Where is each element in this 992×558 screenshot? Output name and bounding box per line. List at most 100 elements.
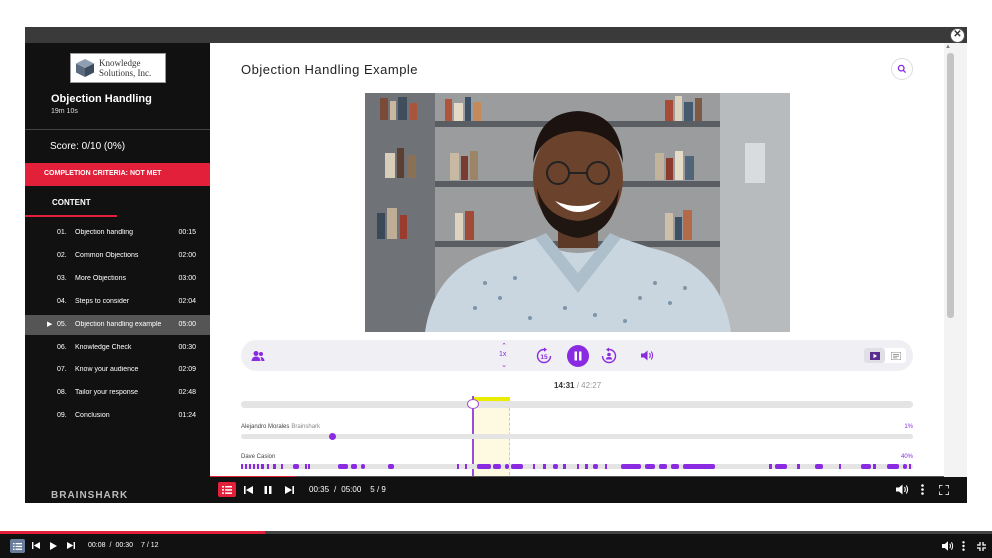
volume-icon: [640, 350, 653, 361]
toc-item[interactable]: 08. Tailor your response 02:48: [25, 383, 210, 403]
play-icon: [50, 542, 57, 550]
outer-duration: 00:30: [115, 542, 134, 549]
frame-top-bar: [25, 27, 967, 43]
outer-volume-button[interactable]: [942, 541, 954, 551]
pause-button[interactable]: [566, 340, 589, 371]
scrollbar-thumb[interactable]: [947, 53, 954, 318]
viewer-name-text: Alejandro Morales: [241, 424, 290, 430]
toc-item-title: Conclusion: [75, 412, 110, 420]
toc-item-time: 02:00: [178, 251, 196, 259]
toc-item[interactable]: 01. Objection handling 00:15: [25, 223, 210, 243]
outer-play-button[interactable]: [50, 542, 57, 550]
next-button[interactable]: [285, 486, 294, 494]
current-time: 14:31: [554, 381, 575, 390]
toc-item-title: Common Objections: [75, 251, 139, 259]
viewer-percent: 40%: [900, 454, 913, 460]
fullscreen-button[interactable]: [939, 485, 949, 495]
logo-line-1: Knowledge: [99, 58, 141, 68]
outer-current-time: 00:08: [88, 542, 106, 549]
toc-item[interactable]: 02. Common Objections 02:00: [25, 246, 210, 266]
toc-item[interactable]: ▶ 05. Objection handling example 05:00: [25, 314, 210, 335]
toc-item[interactable]: 04. Steps to consider 02:04: [25, 292, 210, 312]
close-button[interactable]: ✕: [950, 28, 965, 43]
toc-item-time: 02:48: [178, 389, 196, 397]
toc-item-number: 07.: [57, 366, 67, 374]
viewer-track: [241, 433, 913, 440]
toc-item-time: 01:24: [178, 412, 196, 420]
toc-item[interactable]: 09. Conclusion 01:24: [25, 406, 210, 426]
time-separator: /: [109, 542, 112, 549]
logo-line-2: Solutions, Inc.: [99, 68, 152, 78]
participants-button[interactable]: [249, 340, 267, 371]
toc-item-number: 09.: [57, 412, 67, 420]
transcript-view-button[interactable]: [885, 348, 906, 363]
kebab-icon: [962, 541, 965, 551]
video-view-button[interactable]: [864, 348, 885, 363]
transcript-icon: [890, 351, 901, 360]
viewer-watch-marker: [329, 433, 336, 440]
toc-item-time: 00:15: [178, 229, 196, 236]
forward-button[interactable]: [599, 340, 619, 371]
video-view-icon: [869, 351, 880, 360]
video-player[interactable]: [365, 93, 790, 332]
outer-slide-counter: 7 / 12: [141, 542, 159, 549]
completion-criteria-banner: COMPLETION CRITERIA: NOT MET: [25, 163, 210, 186]
toc-item-title: More Objections: [75, 274, 126, 282]
panel-scrollbar[interactable]: ▲ ▼: [944, 43, 967, 503]
toc-item-title: Know your audience: [75, 366, 139, 374]
scroll-up-icon[interactable]: ▲: [945, 44, 951, 50]
toc-item-title: Tailor your response: [75, 389, 139, 397]
toc-item[interactable]: 06. Knowledge Check 00:30: [25, 338, 210, 358]
outer-menu-button[interactable]: [10, 539, 25, 553]
toc-item-time: 00:30: [178, 343, 196, 351]
lesson-player-bar: 00:35 / 05:00 5 / 9: [210, 477, 967, 503]
previous-icon: [32, 542, 40, 549]
previous-icon: [244, 486, 253, 494]
lesson-duration: 05:00: [341, 485, 362, 494]
viewer-percent: 1%: [904, 424, 913, 430]
outer-time: 00:08 / 00:30 7 / 12: [88, 542, 159, 549]
slide-counter: 5 / 9: [370, 485, 386, 494]
segment-highlight-bar: [472, 397, 510, 401]
toc-item[interactable]: 07. Know your audience 02:09: [25, 360, 210, 380]
toc-item-time: 02:04: [178, 297, 196, 305]
toc-item-title: Objection handling: [75, 229, 133, 236]
toc-item[interactable]: 03. More Objections 03:00: [25, 269, 210, 289]
tab-content[interactable]: CONTENT: [52, 198, 91, 207]
search-icon: [897, 64, 907, 74]
course-sidebar: Knowledge Solutions, Inc. Objection Hand…: [25, 43, 210, 503]
rate-down-icon[interactable]: ⌄: [497, 349, 511, 380]
volume-button[interactable]: [639, 340, 655, 371]
toc-item-time: 03:00: [178, 274, 196, 282]
svg-text:15: 15: [540, 353, 548, 360]
outer-previous-button[interactable]: [32, 542, 40, 549]
viewer-name: Alejandro Morales Brainshark: [241, 424, 320, 430]
media-control-bar: ⌃ 1x ⌄ 15: [241, 340, 913, 371]
outer-more-button[interactable]: [962, 541, 965, 551]
volume-button[interactable]: [896, 484, 909, 495]
logo-cube-icon: [76, 59, 94, 77]
toc-item-title: Objection handling example: [75, 320, 162, 328]
volume-icon: [896, 484, 909, 495]
rewind-15-button[interactable]: 15: [534, 340, 554, 371]
viewer-track: [241, 464, 913, 469]
viewer-name: Dave Casion: [241, 454, 275, 460]
screen: ✕ Knowledge Solutions, Inc. Objection Ha…: [0, 0, 992, 558]
menu-toggle-button[interactable]: [218, 482, 236, 497]
outer-player-bar: 00:08 / 00:30 7 / 12: [0, 534, 992, 558]
pause-button[interactable]: [264, 486, 272, 494]
page-title: Objection Handling Example: [241, 62, 419, 77]
toc-item-number: 01.: [57, 229, 67, 236]
fullscreen-icon: [939, 485, 949, 495]
course-duration: 19m 10s: [51, 108, 78, 115]
playhead-handle[interactable]: [466, 399, 479, 409]
exit-fullscreen-icon: [977, 542, 986, 551]
toc-item-number: 06.: [57, 343, 67, 351]
main-timeline-track[interactable]: [241, 401, 913, 408]
outer-next-button[interactable]: [67, 542, 75, 549]
search-button[interactable]: [891, 58, 913, 80]
previous-button[interactable]: [244, 486, 253, 494]
time-separator: /: [334, 485, 337, 494]
outer-exit-fullscreen-button[interactable]: [977, 542, 986, 551]
more-options-button[interactable]: [921, 484, 924, 495]
